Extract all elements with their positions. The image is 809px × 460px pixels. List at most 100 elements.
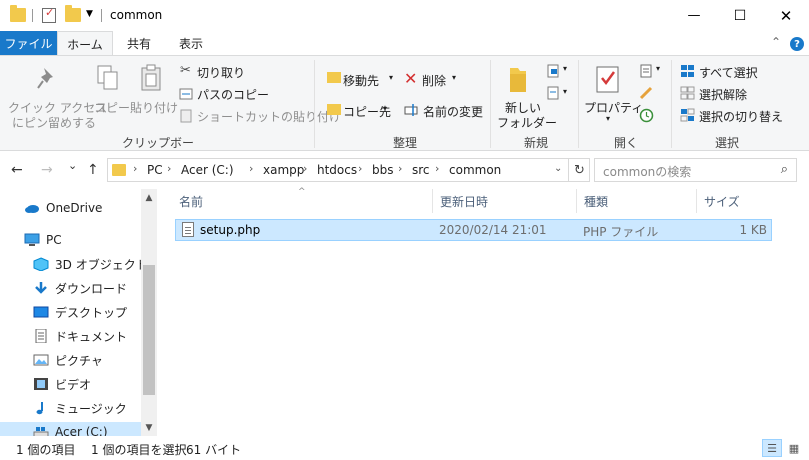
chevron-down-icon[interactable]: ⌄: [554, 163, 562, 174]
breadcrumb-separator[interactable]: ›: [167, 162, 171, 175]
breadcrumb-separator[interactable]: ›: [398, 162, 402, 175]
picture-icon: [33, 354, 49, 366]
divider: [32, 9, 33, 22]
search-placeholder[interactable]: commonの検索: [603, 163, 691, 180]
video-icon: [34, 378, 48, 390]
nav-item-music[interactable]: ミュージック: [33, 398, 127, 418]
rename-button[interactable]: 名前の変更: [423, 103, 483, 120]
breadcrumb-item[interactable]: src: [412, 163, 430, 177]
breadcrumb-separator[interactable]: ›: [303, 162, 307, 175]
quick-access-dropdown-icon[interactable]: ▼: [86, 9, 93, 19]
properties-button[interactable]: プロパティ: [584, 99, 643, 116]
close-button[interactable]: ✕: [763, 0, 809, 31]
easy-access-icon[interactable]: [546, 86, 560, 100]
maximize-button[interactable]: ☐: [717, 0, 763, 31]
select-none-icon: [680, 86, 695, 100]
nav-item-downloads[interactable]: ダウンロード: [33, 278, 127, 298]
breadcrumb-separator[interactable]: ›: [133, 162, 137, 175]
chevron-down-icon[interactable]: ▼: [141, 419, 157, 436]
back-button[interactable]: ←: [11, 162, 23, 178]
breadcrumb-item[interactable]: xampp: [263, 163, 304, 177]
column-header-name[interactable]: 名前: [171, 189, 431, 213]
delete-button[interactable]: 削除: [422, 72, 446, 89]
properties-icon[interactable]: [42, 6, 56, 23]
chevron-down-icon: ▾: [563, 87, 568, 96]
nav-item-videos[interactable]: ビデオ: [33, 374, 91, 394]
paste-shortcut-icon: [180, 109, 192, 123]
column-header-size[interactable]: サイズ: [696, 189, 776, 213]
download-icon: [35, 282, 47, 294]
paste-shortcut-button[interactable]: ショートカットの貼り付け: [197, 108, 341, 125]
minimize-button[interactable]: —: [671, 0, 717, 31]
collapse-ribbon-icon[interactable]: ⌃: [771, 35, 781, 49]
new-item-icon[interactable]: [546, 64, 560, 78]
refresh-icon[interactable]: ↻: [568, 159, 590, 181]
new-folder-icon[interactable]: [65, 5, 81, 22]
tab-home[interactable]: ホーム: [57, 31, 113, 56]
paste-button[interactable]: 貼り付け: [130, 99, 178, 116]
move-to-icon: [327, 72, 341, 83]
select-all-icon: [681, 65, 694, 77]
column-header-type[interactable]: 種類: [576, 189, 696, 213]
nav-item-pc[interactable]: PC: [24, 230, 62, 250]
tab-view[interactable]: 表示: [165, 31, 217, 55]
copy-button[interactable]: コピー: [94, 99, 130, 116]
select-all-button[interactable]: すべて選択: [699, 64, 758, 81]
open-icon[interactable]: [639, 64, 653, 78]
file-size: 1 KB: [739, 223, 767, 237]
up-button[interactable]: ↑: [87, 162, 99, 178]
file-name[interactable]: setup.php: [200, 223, 260, 237]
nav-item-3d-objects[interactable]: 3D オブジェクト: [33, 254, 148, 274]
chevron-up-icon[interactable]: ▲: [141, 189, 157, 206]
scroll-thumb[interactable]: [143, 265, 155, 395]
tab-file[interactable]: ファイル: [0, 31, 57, 55]
move-to-button[interactable]: 移動先: [343, 72, 379, 89]
nav-item-pictures[interactable]: ピクチャ: [33, 350, 103, 370]
php-file-icon: [182, 222, 194, 237]
nav-scrollbar[interactable]: ▲ ▼: [141, 189, 157, 436]
large-icons-view-icon[interactable]: ▦: [784, 439, 804, 457]
table-row[interactable]: setup.php 2020/02/14 21:01 PHP ファイル 1 KB: [175, 219, 772, 241]
chevron-down-icon: ▾: [383, 104, 388, 113]
search-box[interactable]: commonの検索 ⌕: [594, 158, 797, 182]
breadcrumb-item[interactable]: bbs: [372, 163, 394, 177]
nav-item-onedrive[interactable]: OneDrive: [24, 198, 102, 218]
copy-to-icon: [327, 104, 341, 115]
copy-path-button[interactable]: パスのコピー: [197, 86, 269, 103]
divider: [578, 60, 579, 148]
folder-icon: [112, 164, 126, 176]
forward-button[interactable]: →: [41, 162, 53, 178]
recent-locations-button[interactable]: ⌄: [68, 159, 77, 172]
open-group-label: 開く: [613, 136, 638, 150]
column-header-modified[interactable]: 更新日時: [432, 189, 576, 213]
breadcrumb-separator[interactable]: ›: [249, 162, 253, 175]
breadcrumb-separator[interactable]: ›: [358, 162, 362, 175]
pin-quick-access-label-2[interactable]: にピン留めする: [12, 114, 96, 131]
music-icon: [36, 402, 43, 415]
help-icon[interactable]: ?: [790, 37, 804, 51]
breadcrumb-separator[interactable]: ›: [435, 162, 439, 175]
edit-icon[interactable]: [639, 86, 653, 100]
search-icon[interactable]: ⌕: [781, 162, 788, 177]
rename-icon: [404, 104, 418, 116]
tab-share[interactable]: 共有: [113, 31, 165, 55]
address-bar[interactable]: › PC › Acer (C:) › xampp › htdocs › bbs …: [107, 158, 590, 182]
breadcrumb-item[interactable]: common: [449, 163, 501, 177]
invert-selection-button[interactable]: 選択の切り替え: [699, 108, 783, 125]
window-title: common: [110, 8, 163, 22]
history-icon[interactable]: [639, 108, 654, 123]
ribbon: クイック アクセス にピン留めする コピー 貼り付け ✂ 切り取り パスのコピー…: [0, 55, 809, 167]
cut-icon: ✂: [180, 63, 191, 78]
nav-item-documents[interactable]: ドキュメント: [33, 326, 127, 346]
file-modified: 2020/02/14 21:01: [439, 223, 547, 237]
breadcrumb-item[interactable]: htdocs: [317, 163, 357, 177]
details-view-icon[interactable]: ☰: [762, 439, 782, 457]
breadcrumb-item[interactable]: PC: [147, 163, 163, 177]
select-none-button[interactable]: 選択解除: [699, 86, 747, 103]
new-folder-label-2[interactable]: フォルダー: [497, 114, 557, 131]
breadcrumb-item[interactable]: Acer (C:): [181, 163, 234, 177]
nav-item-label: ダウンロード: [55, 281, 128, 296]
pin-icon: [37, 68, 53, 89]
nav-item-desktop[interactable]: デスクトップ: [33, 302, 127, 322]
cut-button[interactable]: 切り取り: [197, 64, 245, 81]
